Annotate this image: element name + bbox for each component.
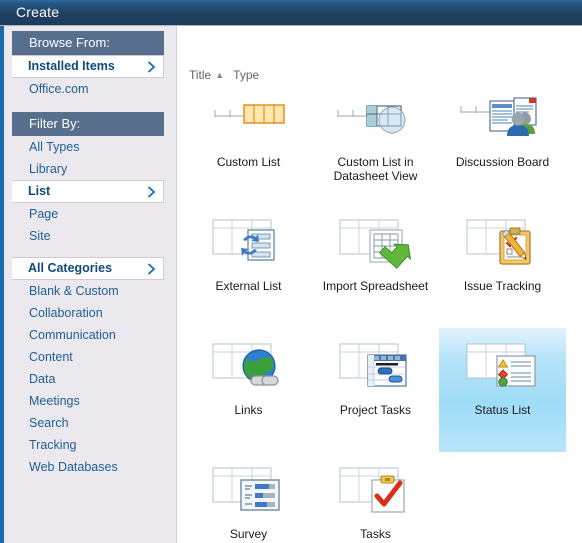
sidebar-item-content[interactable]: Content <box>12 346 164 368</box>
sidebar-header-filter-by: Filter By: <box>12 112 164 136</box>
sidebar-item-label: Office.com <box>29 82 89 96</box>
tasks-icon <box>326 460 426 522</box>
sidebar-item-installed-items[interactable]: Installed Items <box>12 55 164 78</box>
template-tile-label: Survey <box>229 527 268 541</box>
template-tile-survey[interactable]: Survey <box>185 452 312 543</box>
sidebar-item-label: Library <box>29 162 68 176</box>
custom-list-icon <box>199 88 299 150</box>
sidebar-item-search[interactable]: Search <box>12 412 164 434</box>
template-gallery: Title ▲ Type Custom List Custom List in … <box>177 26 582 543</box>
sidebar-item-label: Installed Items <box>28 59 115 73</box>
sidebar-item-site[interactable]: Site <box>12 225 164 247</box>
sidebar-item-library[interactable]: Library <box>12 158 164 180</box>
template-grid-row: Custom List Custom List in Datasheet Vie… <box>185 80 581 204</box>
chevron-right-icon <box>147 61 156 72</box>
sidebar-item-data[interactable]: Data <box>12 368 164 390</box>
template-tile-label: Import Spreadsheet <box>322 279 429 293</box>
sidebar-item-blank-custom[interactable]: Blank & Custom <box>12 280 164 302</box>
template-tile-custom-list-datasheet[interactable]: Custom List in Datasheet View <box>312 80 439 204</box>
template-tile-project-tasks[interactable]: Project Tasks <box>312 328 439 452</box>
template-tile-label: Tasks <box>360 527 391 541</box>
links-icon <box>199 336 299 398</box>
template-tile-status-list[interactable]: Status List <box>439 328 566 452</box>
sidebar-item-office-com[interactable]: Office.com <box>12 78 164 100</box>
sidebar-item-list[interactable]: List <box>12 180 164 203</box>
sidebar-item-label: Site <box>29 229 51 243</box>
sidebar-item-label: All Categories <box>28 261 113 275</box>
issue-tracking-icon <box>453 212 553 274</box>
status-list-icon <box>453 336 553 398</box>
template-tile-links[interactable]: Links <box>185 328 312 452</box>
template-tile-tasks[interactable]: Tasks <box>312 452 439 543</box>
sidebar-item-label: Search <box>29 416 69 430</box>
template-tile-discussion-board[interactable]: Discussion Board <box>439 80 566 204</box>
template-tile-label: Custom List in Datasheet View <box>333 155 418 183</box>
dialog-titlebar: Create <box>0 0 582 26</box>
sidebar-item-label: Data <box>29 372 56 386</box>
sidebar-item-label: Web Databases <box>29 460 118 474</box>
template-grid: Custom List Custom List in Datasheet Vie… <box>185 80 581 543</box>
template-tile-label: Status List <box>474 403 531 417</box>
sidebar-item-all-types[interactable]: All Types <box>12 136 164 158</box>
import-spreadsheet-icon <box>326 212 426 274</box>
sidebar-item-tracking[interactable]: Tracking <box>12 434 164 456</box>
chevron-right-icon <box>147 263 156 274</box>
external-list-icon <box>199 212 299 274</box>
sidebar-item-label: Tracking <box>29 438 77 452</box>
template-tile-import-spreadsheet[interactable]: Import Spreadsheet <box>312 204 439 328</box>
dialog-title: Create <box>16 4 60 20</box>
sidebar-item-all-categories[interactable]: All Categories <box>12 257 164 280</box>
template-tile-issue-tracking[interactable]: Issue Tracking <box>439 204 566 328</box>
template-tile-label: Custom List <box>216 155 281 169</box>
sort-ascending-icon[interactable]: ▲ <box>215 70 224 80</box>
discussion-board-icon <box>453 88 553 150</box>
sidebar: Browse From: Installed Items Office.com … <box>0 26 177 543</box>
sidebar-item-label: Collaboration <box>29 306 103 320</box>
chevron-right-icon <box>147 186 156 197</box>
sidebar-item-meetings[interactable]: Meetings <box>12 390 164 412</box>
template-grid-row: External List Import Spreadsheet Issue T… <box>185 204 581 328</box>
sidebar-item-label: Meetings <box>29 394 80 408</box>
project-tasks-icon <box>326 336 426 398</box>
sidebar-item-label: Content <box>29 350 73 364</box>
custom-list-datasheet-icon <box>326 88 426 150</box>
template-tile-label: Links <box>234 403 263 417</box>
template-grid-row: Survey Tasks <box>185 452 581 543</box>
sidebar-item-label: List <box>28 184 51 198</box>
sidebar-item-web-databases[interactable]: Web Databases <box>12 456 164 478</box>
template-tile-external-list[interactable]: External List <box>185 204 312 328</box>
sidebar-item-page[interactable]: Page <box>12 203 164 225</box>
sidebar-item-label: Blank & Custom <box>29 284 119 298</box>
template-tile-label: Discussion Board <box>455 155 550 169</box>
create-dialog: Create Browse From: Installed Items Offi… <box>0 0 582 543</box>
sidebar-item-label: All Types <box>29 140 80 154</box>
survey-icon <box>199 460 299 522</box>
template-tile-custom-list[interactable]: Custom List <box>185 80 312 204</box>
template-grid-row: Links Project Tasks Status List <box>185 328 581 452</box>
sidebar-item-label: Communication <box>29 328 116 342</box>
template-tile-empty <box>439 452 566 543</box>
sidebar-item-communication[interactable]: Communication <box>12 324 164 346</box>
template-tile-label: External List <box>215 279 282 293</box>
template-tile-label: Issue Tracking <box>463 279 542 293</box>
template-tile-label: Project Tasks <box>339 403 412 417</box>
sidebar-item-collaboration[interactable]: Collaboration <box>12 302 164 324</box>
sidebar-header-browse-from: Browse From: <box>12 31 164 55</box>
sidebar-item-label: Page <box>29 207 59 221</box>
